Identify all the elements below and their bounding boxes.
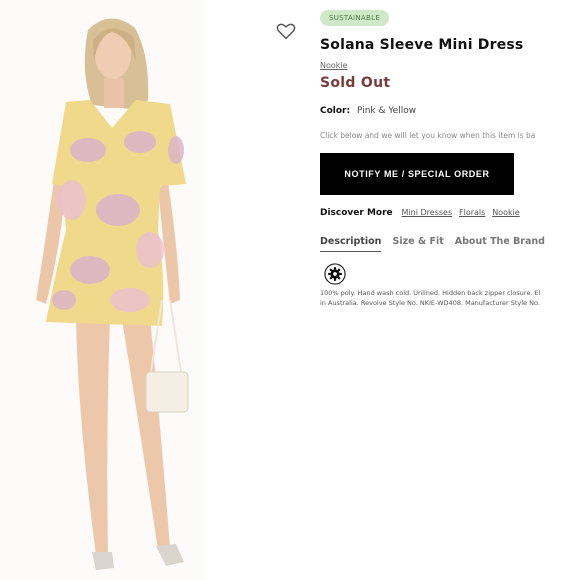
tab-size-fit[interactable]: Size & Fit [392, 236, 443, 251]
discover-label: Discover More [320, 208, 393, 218]
sustainable-badge: SUSTAINABLE [320, 10, 390, 26]
tab-description[interactable]: Description [320, 236, 382, 252]
notify-me-button[interactable]: NOTIFY ME / SPECIAL ORDER [320, 153, 514, 195]
restock-notice: Click below and we will let you know whe… [320, 131, 536, 140]
product-tabs: Description Size & Fit About The Brand [320, 236, 553, 252]
description-line-1: 100% poly. Hand wash cold. Unlined. Hidd… [320, 289, 541, 297]
discover-link-florals[interactable]: Florals [459, 208, 485, 217]
stock-status: Sold Out [320, 75, 391, 91]
discover-link-nookie[interactable]: Nookie [492, 208, 520, 217]
product-image[interactable] [0, 0, 205, 580]
color-label: Color: [320, 106, 351, 116]
color-row: Color: Pink & Yellow [320, 106, 416, 116]
heart-outline-icon[interactable] [276, 22, 296, 40]
gear-icon [324, 263, 346, 285]
description-line-2: in Australia. Revolve Style No. NKIE-WD4… [320, 299, 540, 307]
product-title: Solana Sleeve Mini Dress [320, 37, 524, 53]
brand-link[interactable]: Nookie [320, 61, 348, 70]
model-photo [36, 18, 189, 570]
product-description: 100% poly. Hand wash cold. Unlined. Hidd… [320, 288, 580, 308]
discover-more: Discover More Mini Dresses Florals Nooki… [320, 208, 524, 218]
color-value: Pink & Yellow [356, 106, 417, 116]
discover-link-mini-dresses[interactable]: Mini Dresses [402, 208, 453, 217]
tab-about-brand[interactable]: About The Brand [455, 236, 545, 251]
